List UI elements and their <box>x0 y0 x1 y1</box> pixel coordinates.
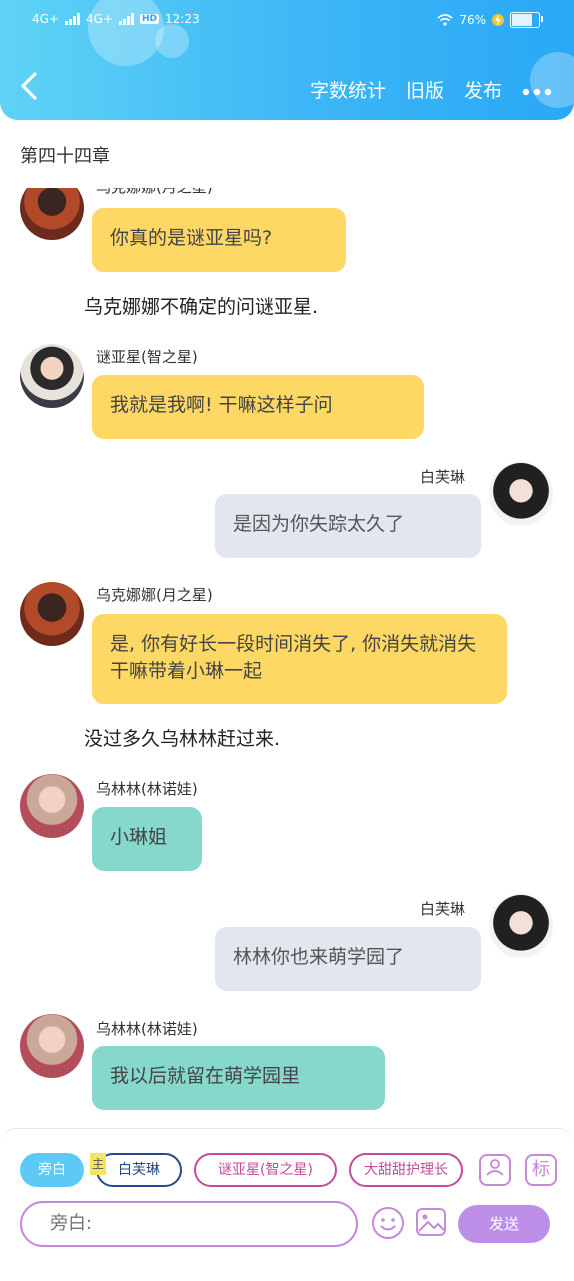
emoji-button[interactable] <box>370 1205 406 1241</box>
wifi-icon <box>437 14 453 26</box>
avatar[interactable] <box>20 582 84 646</box>
composer-panel: 旁白 主 白芙琳 谜亚星(智之星) 大甜甜护理长 标 发送 <box>0 1128 574 1281</box>
avatar[interactable] <box>20 1014 84 1078</box>
person-card-icon <box>486 1159 504 1176</box>
avatar[interactable] <box>20 344 84 408</box>
role-chip-bai-fulin[interactable]: 白芙琳 <box>96 1153 182 1187</box>
message-bubble[interactable]: 是, 你有好长一段时间消失了, 你消失就消失干嘛带着小琳一起 <box>92 614 507 704</box>
back-button[interactable] <box>18 70 48 106</box>
message-bubble[interactable]: 我以后就留在萌学园里 <box>92 1046 385 1110</box>
speaker-name: 谜亚星(智之星) <box>96 348 198 366</box>
tag-button[interactable]: 标 <box>525 1154 557 1186</box>
more-button[interactable] <box>522 79 552 101</box>
chevron-left-icon <box>20 72 37 100</box>
narration-text: 乌克娜娜不确定的问谜亚星. <box>84 296 319 318</box>
image-button[interactable] <box>414 1205 450 1241</box>
smile-icon <box>372 1207 404 1239</box>
battery-icon <box>510 12 543 28</box>
word-count-button[interactable]: 字数统计 <box>310 76 386 103</box>
send-button[interactable]: 发送 <box>458 1205 550 1243</box>
main-role-tag: 主 <box>90 1153 106 1175</box>
avatar[interactable] <box>489 894 553 958</box>
clock: 12:23 <box>165 12 200 26</box>
more-dots-icon <box>522 88 552 95</box>
role-manage-button[interactable] <box>479 1154 511 1186</box>
publish-button[interactable]: 发布 <box>464 76 502 103</box>
role-chip-mi-yaxing[interactable]: 谜亚星(智之星) <box>194 1153 337 1187</box>
old-version-button[interactable]: 旧版 <box>406 76 444 103</box>
message-bubble[interactable]: 是因为你失踪太久了 <box>215 494 481 558</box>
message-bubble[interactable]: 你真的是谜亚星吗? <box>92 208 346 272</box>
speaker-name: 白芙琳 <box>420 900 466 918</box>
image-icon <box>416 1208 446 1236</box>
speaker-name: 白芙琳 <box>420 468 466 486</box>
status-bar: 4G+ 4G+ HD 12:23 76% <box>0 6 574 36</box>
role-chip-datiantian[interactable]: 大甜甜护理长 <box>349 1153 463 1187</box>
charging-icon <box>492 14 504 26</box>
chapter-title: 第四十四章 <box>20 146 110 167</box>
message-bubble[interactable]: 小琳姐 <box>92 807 202 871</box>
message-input[interactable] <box>48 1212 334 1235</box>
role-chip-narrator[interactable]: 旁白 <box>20 1153 84 1187</box>
avatar[interactable] <box>489 462 553 526</box>
top-header: 4G+ 4G+ HD 12:23 76% 字数统计 旧版 发布 <box>0 0 574 120</box>
hd-badge: HD <box>140 14 160 24</box>
message-bubble[interactable]: 林林你也来萌学园了 <box>215 927 481 991</box>
avatar[interactable] <box>20 188 84 240</box>
chat-area[interactable]: 乌克娜娜(月之星) 你真的是谜亚星吗? 乌克娜娜不确定的问谜亚星. 谜亚星(智之… <box>0 188 574 1128</box>
signal-icon <box>65 13 80 25</box>
narration-text: 没过多久乌林林赶过来. <box>84 728 281 750</box>
signal-icon <box>119 13 134 25</box>
network-label: 4G+ <box>32 12 59 26</box>
network-label: 4G+ <box>86 12 113 26</box>
speaker-name: 乌林林(林诺娃) <box>96 780 198 798</box>
message-input-wrapper[interactable] <box>20 1201 358 1247</box>
speaker-name: 乌林林(林诺娃) <box>96 1020 198 1038</box>
header-actions: 字数统计 旧版 发布 <box>310 76 552 103</box>
speaker-name: 乌克娜娜(月之星) <box>96 586 213 604</box>
avatar[interactable] <box>20 774 84 838</box>
message-bubble[interactable]: 我就是我啊! 干嘛这样子问 <box>92 375 424 439</box>
battery-percent: 76% <box>459 13 486 27</box>
speaker-name: 乌克娜娜(月之星) <box>96 188 213 197</box>
